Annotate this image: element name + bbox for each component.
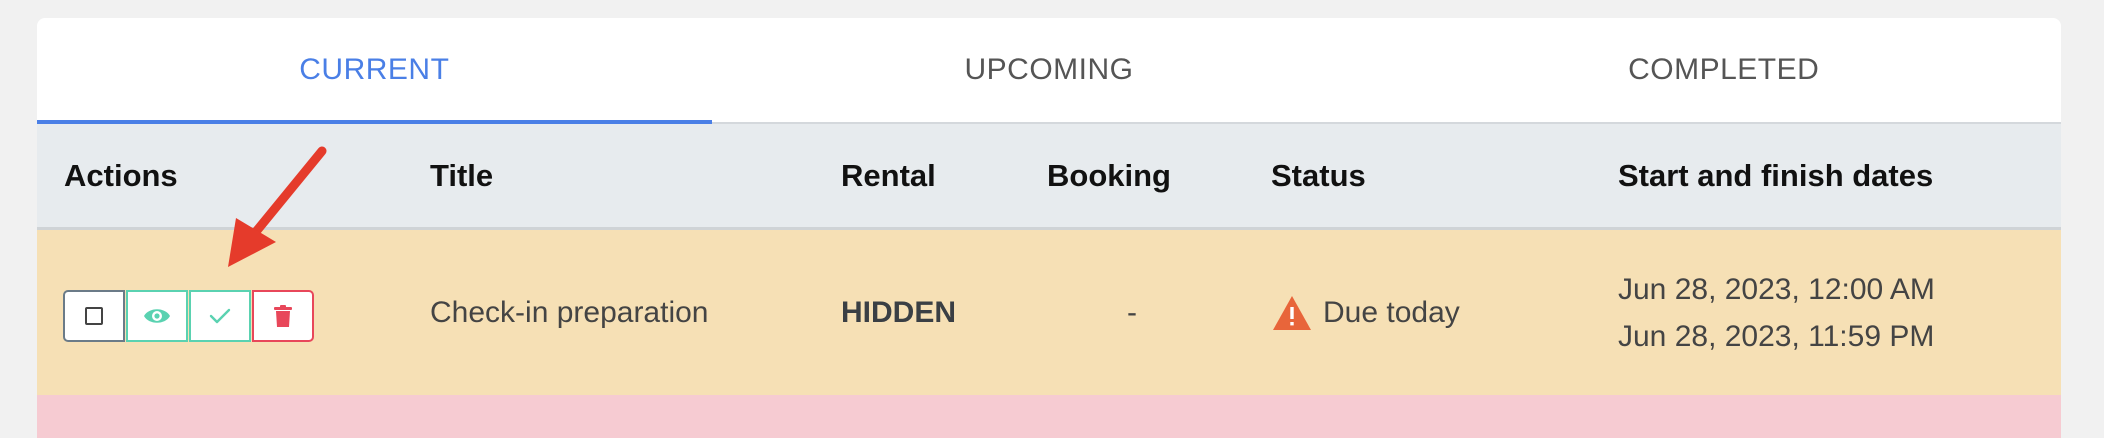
rental-name: HIDDEN: [841, 295, 957, 329]
tab-upcoming[interactable]: UPCOMING: [712, 18, 1387, 122]
task-title[interactable]: Check-in preparation: [430, 230, 708, 395]
status-label: Due today: [1323, 295, 1460, 329]
check-icon: [209, 308, 231, 324]
header-dates[interactable]: Start and finish dates: [1618, 124, 1933, 227]
view-task-button[interactable]: [126, 290, 188, 342]
header-status[interactable]: Status: [1271, 124, 1366, 227]
warning-icon: [1273, 295, 1311, 330]
checkbox-icon: [85, 307, 103, 325]
table-header: Actions Title Rental Booking Status Star…: [37, 124, 2061, 230]
delete-task-button[interactable]: [252, 290, 314, 342]
task-status: Due today: [1271, 230, 1460, 395]
header-booking[interactable]: Booking: [1047, 124, 1171, 227]
booking-value: -: [1127, 295, 1137, 329]
tasks-card: CURRENT UPCOMING COMPLETED Actions Title…: [37, 18, 2061, 438]
header-actions: Actions: [64, 157, 178, 193]
tab-completed[interactable]: COMPLETED: [1386, 18, 2061, 122]
table-row: Check-in preparation HIDDEN - Due today …: [37, 230, 2061, 395]
task-dates: Jun 28, 2023, 12:00 AM Jun 28, 2023, 11:…: [1618, 230, 1935, 395]
trash-icon: [274, 305, 292, 327]
tab-current[interactable]: CURRENT: [37, 18, 712, 124]
header-title[interactable]: Title: [430, 124, 493, 227]
select-row-checkbox[interactable]: [63, 290, 125, 342]
tab-bar: CURRENT UPCOMING COMPLETED: [37, 18, 2061, 124]
header-rental[interactable]: Rental: [841, 124, 936, 227]
eye-icon: [144, 309, 170, 323]
complete-task-button[interactable]: [189, 290, 251, 342]
row-actions: [63, 290, 315, 342]
table-row: [37, 395, 2061, 438]
finish-date: Jun 28, 2023, 11:59 PM: [1618, 319, 1935, 353]
start-date: Jun 28, 2023, 12:00 AM: [1618, 272, 1935, 306]
